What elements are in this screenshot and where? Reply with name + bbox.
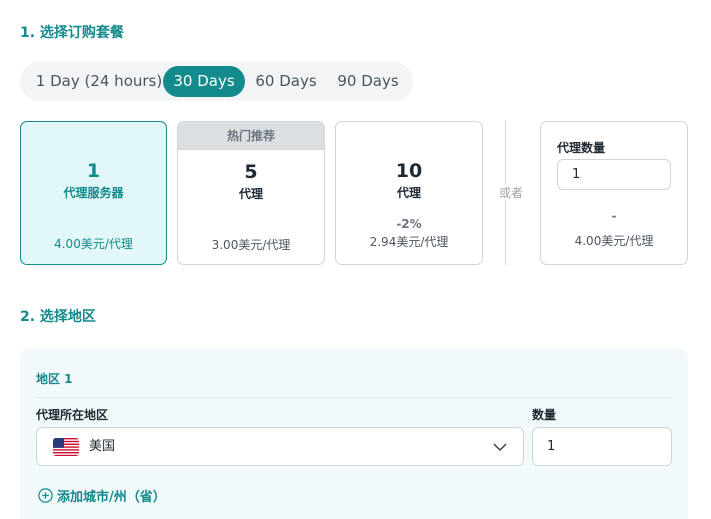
region-divider	[36, 397, 672, 398]
chevron-down-icon	[493, 439, 507, 453]
location-value: 美国	[89, 439, 116, 454]
plan-card-5[interactable]: 热门推荐 5 代理 3.00美元/代理	[177, 121, 325, 265]
custom-quantity-card: 代理数量 1 - 4.00美元/代理	[540, 121, 688, 265]
duration-tabs: 1 Day (24 hours) 30 Days 60 Days 90 Days	[20, 62, 413, 101]
plus-circle-icon	[38, 488, 53, 503]
custom-discount: -	[611, 209, 617, 223]
us-flag-icon	[53, 438, 79, 456]
add-city-state-link[interactable]: 添加城市/州（省）	[38, 486, 166, 505]
plan-count: 1	[86, 160, 101, 182]
location-label: 代理所在地区	[36, 408, 109, 422]
plan-unit: 代理	[238, 187, 263, 201]
plan-count: 10	[395, 160, 423, 182]
tab-30-days[interactable]: 30 Days	[163, 66, 245, 97]
custom-price: 4.00美元/代理	[574, 234, 654, 248]
region-card: 地区 1 代理所在地区 数量 美国 1 添加城市/州（省）	[20, 349, 688, 519]
add-city-state-label: 添加城市/州（省）	[57, 490, 166, 505]
custom-quantity-input[interactable]: 1	[557, 159, 671, 190]
plan-discount: -2%	[396, 217, 422, 231]
region-quantity-input[interactable]: 1	[532, 427, 672, 466]
region-title: 地区 1	[36, 372, 73, 386]
plan-price: 3.00美元/代理	[211, 238, 291, 252]
plan-price: 4.00美元/代理	[54, 237, 133, 251]
plan-unit: 代理	[396, 186, 421, 200]
plan-unit: 代理服务器	[63, 186, 124, 200]
custom-quantity-label: 代理数量	[557, 141, 606, 155]
plan-count: 5	[244, 161, 258, 183]
popular-badge: 热门推荐	[178, 122, 324, 150]
plan-card-1[interactable]: 1 代理服务器 4.00美元/代理	[20, 121, 167, 265]
tab-60-days[interactable]: 60 Days	[248, 66, 324, 97]
order-panel: 1. 选择订购套餐 1 Day (24 hours) 30 Days 60 Da…	[0, 0, 711, 519]
section-title-plan: 1. 选择订购套餐	[20, 25, 124, 41]
plan-price: 2.94美元/代理	[369, 235, 449, 249]
section-title-region: 2. 选择地区	[20, 309, 96, 325]
quantity-label: 数量	[532, 408, 557, 422]
tab-1-day[interactable]: 1 Day (24 hours)	[30, 66, 168, 97]
plan-card-10[interactable]: 10 代理 -2% 2.94美元/代理	[335, 121, 483, 265]
or-label: 或者	[498, 184, 524, 201]
location-select[interactable]: 美国	[36, 427, 524, 466]
tab-90-days[interactable]: 90 Days	[330, 66, 406, 97]
